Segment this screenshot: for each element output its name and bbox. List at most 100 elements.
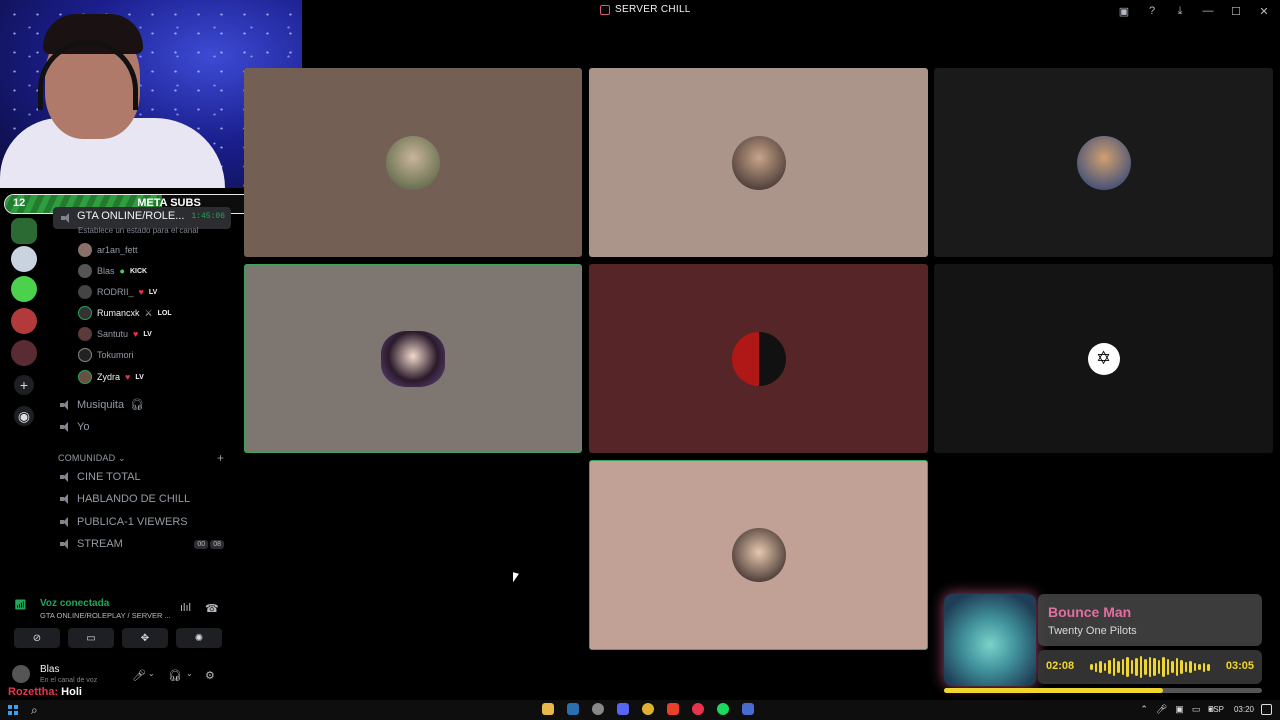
- inbox-icon[interactable]: ▣: [1116, 3, 1132, 19]
- heart-badge-icon: ♥: [133, 329, 139, 339]
- stream-user-limit: 00 08: [194, 540, 224, 549]
- song-title: Bounce Man: [1048, 604, 1132, 620]
- window-title: SERVER CHILL: [600, 4, 691, 15]
- video-tile[interactable]: [589, 68, 928, 257]
- voice-connection-panel: 📶︎ Voz conectada GTA ONLINE/ROLEPLAY / S…: [6, 592, 231, 652]
- settings-gear-icon[interactable]: ⚙: [205, 669, 215, 682]
- voice-member[interactable]: Santutu ♥ LV: [78, 325, 152, 343]
- disconnect-icon[interactable]: ☎: [205, 602, 219, 615]
- avatar: [78, 327, 92, 341]
- voice-member[interactable]: Blas ● KICK: [78, 262, 147, 280]
- participant-avatar: [1076, 135, 1131, 190]
- noise-suppression-icon[interactable]: ılıl: [180, 602, 191, 614]
- speaker-icon: [61, 213, 72, 223]
- user-name[interactable]: Blas: [40, 664, 59, 675]
- video-tile-speaking[interactable]: [589, 460, 928, 650]
- taskbar-clock[interactable]: 03:20: [1234, 705, 1254, 714]
- chat-username: Rozettha:: [8, 686, 59, 698]
- audio-waveform: [1090, 656, 1210, 678]
- voice-channel-musiquita[interactable]: Musiquita 🎧︎: [60, 398, 144, 411]
- server-icon-4[interactable]: [11, 308, 37, 334]
- discord-app-icon[interactable]: [617, 703, 629, 715]
- voice-channel-publica[interactable]: PUBLICA-1 VIEWERS: [60, 516, 188, 528]
- voice-member-speaking[interactable]: Rumancxk ⚔ LOL: [78, 304, 172, 322]
- chrome-icon[interactable]: [642, 703, 654, 715]
- server-icon-kick[interactable]: [11, 218, 37, 244]
- microphone-tray-icon[interactable]: 🎤︎: [1156, 704, 1167, 715]
- help-icon[interactable]: ?: [1144, 3, 1160, 19]
- voice-member[interactable]: Tokumori: [78, 346, 134, 364]
- waveform-bar: [1090, 664, 1093, 670]
- windows-start-icon[interactable]: [8, 705, 18, 715]
- chevron-down-icon[interactable]: ⌄: [148, 669, 155, 678]
- brave-icon[interactable]: [667, 703, 679, 715]
- voice-location[interactable]: GTA ONLINE/ROLEPLAY / SERVER ...: [40, 611, 171, 620]
- create-channel-icon[interactable]: +: [217, 451, 224, 465]
- avatar[interactable]: [12, 665, 30, 683]
- notifications-icon[interactable]: [1261, 704, 1272, 715]
- video-tile-speaking[interactable]: [244, 264, 582, 453]
- waveform-bar: [1193, 663, 1197, 671]
- waveform-bar: [1130, 660, 1134, 674]
- soundboard-button[interactable]: ✺: [176, 628, 222, 648]
- minimize-button[interactable]: —: [1200, 3, 1216, 19]
- microphone-icon[interactable]: 🎤︎: [132, 669, 146, 682]
- maximize-button[interactable]: ☐: [1228, 3, 1244, 19]
- server-icon-3[interactable]: [11, 276, 37, 302]
- window-title-text: SERVER CHILL: [615, 4, 691, 15]
- waveform-bar: [1117, 661, 1120, 673]
- speaker-icon: [60, 494, 71, 504]
- media-player-icon[interactable]: [692, 703, 704, 715]
- participant-avatar: [731, 135, 786, 190]
- voice-channel-cine-total[interactable]: CINE TOTAL: [60, 471, 141, 483]
- waveform-bar: [1144, 659, 1147, 675]
- voice-channel-yo[interactable]: Yo: [60, 421, 89, 433]
- add-server-icon[interactable]: +: [14, 375, 34, 395]
- server-icon-2[interactable]: [11, 246, 37, 272]
- close-button[interactable]: ✕: [1256, 3, 1272, 19]
- camera-off-button[interactable]: ⊘: [14, 628, 60, 648]
- search-icon[interactable]: ⌕: [31, 703, 38, 718]
- kick-badge-icon: ●: [119, 266, 125, 276]
- activities-button[interactable]: ✥: [122, 628, 168, 648]
- chevron-down-icon[interactable]: ⌄: [186, 669, 193, 678]
- voice-member[interactable]: ar1an_fett: [78, 241, 138, 259]
- download-icon[interactable]: ⤓: [1172, 3, 1188, 19]
- waveform-bar: [1112, 658, 1116, 676]
- avatar: [78, 264, 92, 278]
- video-tile[interactable]: [244, 68, 582, 257]
- waveform-bar: [1198, 664, 1201, 670]
- user-panel: Blas En el canal de voz 🎤︎ ⌄ 🎧︎ ⌄ ⚙: [6, 660, 231, 686]
- network-icon[interactable]: ▭: [1192, 704, 1201, 715]
- explore-servers-icon[interactable]: ◉: [14, 406, 34, 426]
- share-screen-button[interactable]: ▭: [68, 628, 114, 648]
- now-playing-widget: Bounce Man Twenty One Pilots 02:08 03:05: [940, 590, 1270, 696]
- channel-status-prompt[interactable]: Establece un estado para el canal: [78, 226, 199, 235]
- voice-member-speaking[interactable]: Zydra ♥ LV: [78, 368, 144, 386]
- avatar: [78, 243, 92, 257]
- waveform-bar: [1148, 657, 1152, 677]
- video-tile[interactable]: [589, 264, 928, 453]
- app-icon[interactable]: [742, 703, 754, 715]
- voice-channel-stream[interactable]: STREAM: [60, 538, 123, 550]
- chevron-up-icon[interactable]: ⌃: [1140, 704, 1148, 715]
- participant-avatar: [386, 135, 440, 190]
- category-comunidad[interactable]: COMUNIDAD ⌄: [58, 453, 126, 464]
- voice-member[interactable]: RODRII_ ♥ LV: [78, 283, 157, 301]
- system-tray: ⌃ 🎤︎ ▣ ▭ 🔊︎: [1140, 704, 1214, 715]
- video-tile[interactable]: [934, 68, 1273, 257]
- obs-icon[interactable]: [592, 703, 604, 715]
- spotify-icon[interactable]: [717, 703, 729, 715]
- headphones-icon[interactable]: 🎧︎: [168, 669, 182, 682]
- file-explorer-icon[interactable]: [542, 703, 554, 715]
- voice-status[interactable]: Voz conectada: [40, 598, 109, 609]
- voice-channel-hablando-de-chill[interactable]: HABLANDO DE CHILL: [60, 493, 190, 505]
- avatar: [78, 306, 92, 320]
- video-tile[interactable]: ✡: [934, 264, 1273, 453]
- tray-app-icon[interactable]: ▣: [1175, 704, 1184, 715]
- playback-card: 02:08 03:05: [1038, 650, 1262, 684]
- avatar: [78, 348, 92, 362]
- steam-icon[interactable]: [567, 703, 579, 715]
- server-icon-chill[interactable]: [11, 340, 37, 366]
- language-indicator[interactable]: ESP: [1208, 705, 1224, 714]
